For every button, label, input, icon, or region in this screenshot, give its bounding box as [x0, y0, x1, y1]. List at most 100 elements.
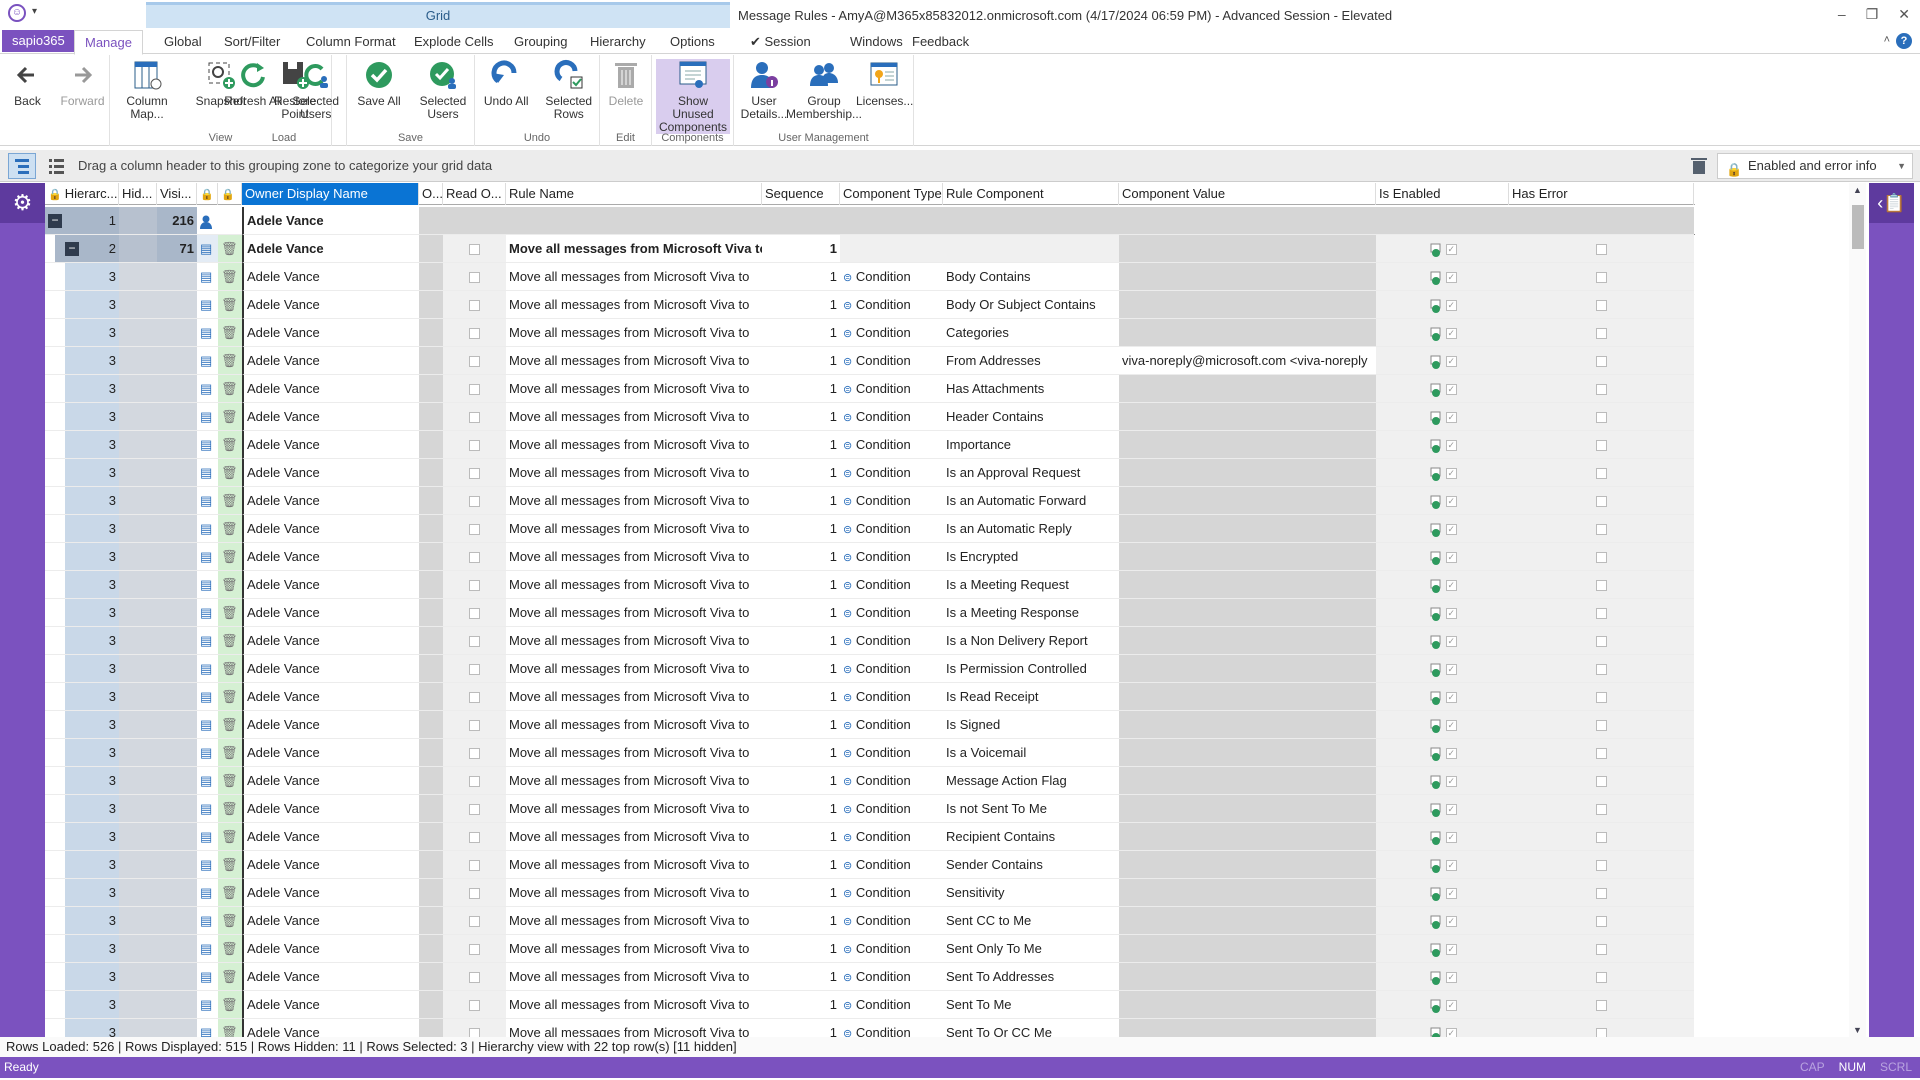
flat-view-button[interactable] [42, 153, 70, 179]
table-row[interactable]: 3 ▤ 🗑 Adele Vance Move all messages from Mic… [45, 879, 1695, 907]
checkbox[interactable] [1596, 636, 1607, 648]
checked-checkbox[interactable]: ✓ [1445, 944, 1457, 956]
column-header-sequence[interactable]: Sequence [762, 183, 840, 205]
save-all-button[interactable]: Save All [349, 59, 409, 108]
checkbox[interactable] [469, 580, 480, 592]
table-row-level-2[interactable]: −2 71 ▤ 🗑 Adele Vance Move all messages from … [45, 235, 1695, 263]
column-header-o[interactable]: O... [419, 183, 443, 205]
show-unused-components-button[interactable]: Show Unused Components [656, 59, 730, 134]
hierarchy-view-button[interactable] [8, 153, 36, 179]
checkbox[interactable] [1596, 244, 1607, 256]
checkbox[interactable] [1596, 664, 1607, 676]
column-header-visible[interactable]: Visi... [157, 183, 197, 205]
checked-checkbox[interactable]: ✓ [1445, 328, 1457, 340]
back-button[interactable]: Back [2, 59, 53, 108]
restore-icon[interactable]: ❐ [1866, 6, 1879, 23]
checkbox[interactable] [469, 412, 480, 424]
checked-checkbox[interactable]: ✓ [1445, 580, 1457, 592]
quick-access-dropdown-icon[interactable]: ▾ [32, 6, 37, 17]
table-row[interactable]: 3 ▤ 🗑 Adele Vance Move all messages from Mic… [45, 375, 1695, 403]
checkbox[interactable] [469, 272, 480, 284]
checked-checkbox[interactable]: ✓ [1445, 552, 1457, 564]
table-row-level-1[interactable]: −1 216 Adele Vance [45, 207, 1695, 235]
column-header-lock-a[interactable]: 🔒 [197, 183, 218, 205]
checkbox[interactable] [469, 944, 480, 956]
checked-checkbox[interactable]: ✓ [1445, 524, 1457, 536]
checkbox[interactable] [1596, 496, 1607, 508]
column-header-read-only[interactable]: Read O... [443, 183, 506, 205]
checkbox[interactable] [469, 468, 480, 480]
table-row[interactable]: 3 ▤ 🗑 Adele Vance Move all messages from Mic… [45, 683, 1695, 711]
checkbox[interactable] [1596, 944, 1607, 956]
checkbox[interactable] [469, 776, 480, 788]
table-row[interactable]: 3 ▤ 🗑 Adele Vance Move all messages from Mic… [45, 1019, 1695, 1037]
table-row[interactable]: 3 ▤ 🗑 Adele Vance Move all messages from Mic… [45, 403, 1695, 431]
column-header-component-type[interactable]: Component Type [840, 183, 943, 205]
checkbox[interactable] [1596, 1028, 1607, 1037]
checkbox[interactable] [469, 972, 480, 984]
column-header-rule-name[interactable]: Rule Name [506, 183, 762, 205]
forward-button[interactable]: Forward [57, 59, 108, 108]
checkbox[interactable] [1596, 412, 1607, 424]
table-row[interactable]: 3 ▤ 🗑 Adele Vance Move all messages from Mic… [45, 655, 1695, 683]
column-header-component-value[interactable]: Component Value [1119, 183, 1376, 205]
checkbox[interactable] [1596, 832, 1607, 844]
checkbox[interactable] [1596, 328, 1607, 340]
table-row[interactable]: 3 ▤ 🗑 Adele Vance Move all messages from Mic… [45, 739, 1695, 767]
checked-checkbox[interactable]: ✓ [1445, 804, 1457, 816]
table-row[interactable]: 3 ▤ 🗑 Adele Vance Move all messages from Mic… [45, 515, 1695, 543]
table-row[interactable]: 3 ▤ 🗑 Adele Vance Move all messages from Mic… [45, 767, 1695, 795]
checkbox[interactable] [1596, 804, 1607, 816]
checkbox[interactable] [469, 328, 480, 340]
delete-preset-icon[interactable] [1691, 157, 1707, 178]
table-row[interactable]: 3 ▤ 🗑 Adele Vance Move all messages from Mic… [45, 907, 1695, 935]
checkbox[interactable] [469, 244, 480, 256]
checkbox[interactable] [1596, 748, 1607, 760]
tab-column-format[interactable]: Column Format [296, 30, 406, 54]
tab-sort-filter[interactable]: Sort/Filter [214, 30, 290, 54]
checkbox[interactable] [469, 440, 480, 452]
tab-session[interactable]: ✔ Session [740, 30, 821, 54]
checked-checkbox[interactable]: ✓ [1445, 356, 1457, 368]
left-side-panel[interactable]: ⚙ [0, 183, 45, 1057]
table-row[interactable]: 3 ▤ 🗑 Adele Vance Move all messages from Mic… [45, 851, 1695, 879]
checkbox[interactable] [469, 496, 480, 508]
collapse-toggle[interactable]: − [48, 214, 62, 228]
table-row[interactable]: 3 ▤ 🗑 Adele Vance Move all messages from Mic… [45, 263, 1695, 291]
tab-options[interactable]: Options [660, 30, 725, 54]
checkbox[interactable] [1596, 552, 1607, 564]
checkbox[interactable] [1596, 524, 1607, 536]
tab-hierarchy[interactable]: Hierarchy [580, 30, 656, 54]
checked-checkbox[interactable]: ✓ [1445, 636, 1457, 648]
help-icon[interactable]: ? [1896, 33, 1912, 49]
checkbox[interactable] [1596, 356, 1607, 368]
column-header-has-error[interactable]: Has Error [1509, 183, 1694, 205]
checkbox[interactable] [469, 300, 480, 312]
tab-grouping[interactable]: Grouping [504, 30, 577, 54]
table-row[interactable]: 3 ▤ 🗑 Adele Vance Move all messages from Mic… [45, 571, 1695, 599]
checked-checkbox[interactable]: ✓ [1445, 608, 1457, 620]
table-row[interactable]: 3 ▤ 🗑 Adele Vance Move all messages from Mic… [45, 431, 1695, 459]
tab-manage[interactable]: Manage [74, 30, 143, 55]
scrollbar-thumb[interactable] [1852, 205, 1864, 249]
table-row[interactable]: 3 ▤ 🗑 Adele Vance Move all messages from Mic… [45, 347, 1695, 375]
column-preset-dropdown[interactable]: 🔒 Enabled and error info ▼ [1717, 153, 1913, 179]
checked-checkbox[interactable]: ✓ [1445, 244, 1457, 256]
checkbox[interactable] [1596, 300, 1607, 312]
table-row[interactable]: 3 ▤ 🗑 Adele Vance Move all messages from Mic… [45, 459, 1695, 487]
checkbox[interactable] [469, 720, 480, 732]
checked-checkbox[interactable]: ✓ [1445, 692, 1457, 704]
undo-all-button[interactable]: Undo All [477, 59, 536, 108]
checkbox[interactable] [1596, 272, 1607, 284]
checked-checkbox[interactable]: ✓ [1445, 300, 1457, 312]
table-row[interactable]: 3 ▤ 🗑 Adele Vance Move all messages from Mic… [45, 795, 1695, 823]
table-row[interactable]: 3 ▤ 🗑 Adele Vance Move all messages from Mic… [45, 599, 1695, 627]
table-row[interactable]: 3 ▤ 🗑 Adele Vance Move all messages from Mic… [45, 543, 1695, 571]
checkbox[interactable] [469, 524, 480, 536]
column-header-lock-b[interactable]: 🔒 [218, 183, 242, 205]
table-row[interactable]: 3 ▤ 🗑 Adele Vance Move all messages from Mic… [45, 291, 1695, 319]
checked-checkbox[interactable]: ✓ [1445, 468, 1457, 480]
app-logo-icon[interactable]: ☺ [8, 4, 26, 22]
settings-gear-icon[interactable]: ⚙ [0, 183, 45, 223]
checkbox[interactable] [1596, 580, 1607, 592]
